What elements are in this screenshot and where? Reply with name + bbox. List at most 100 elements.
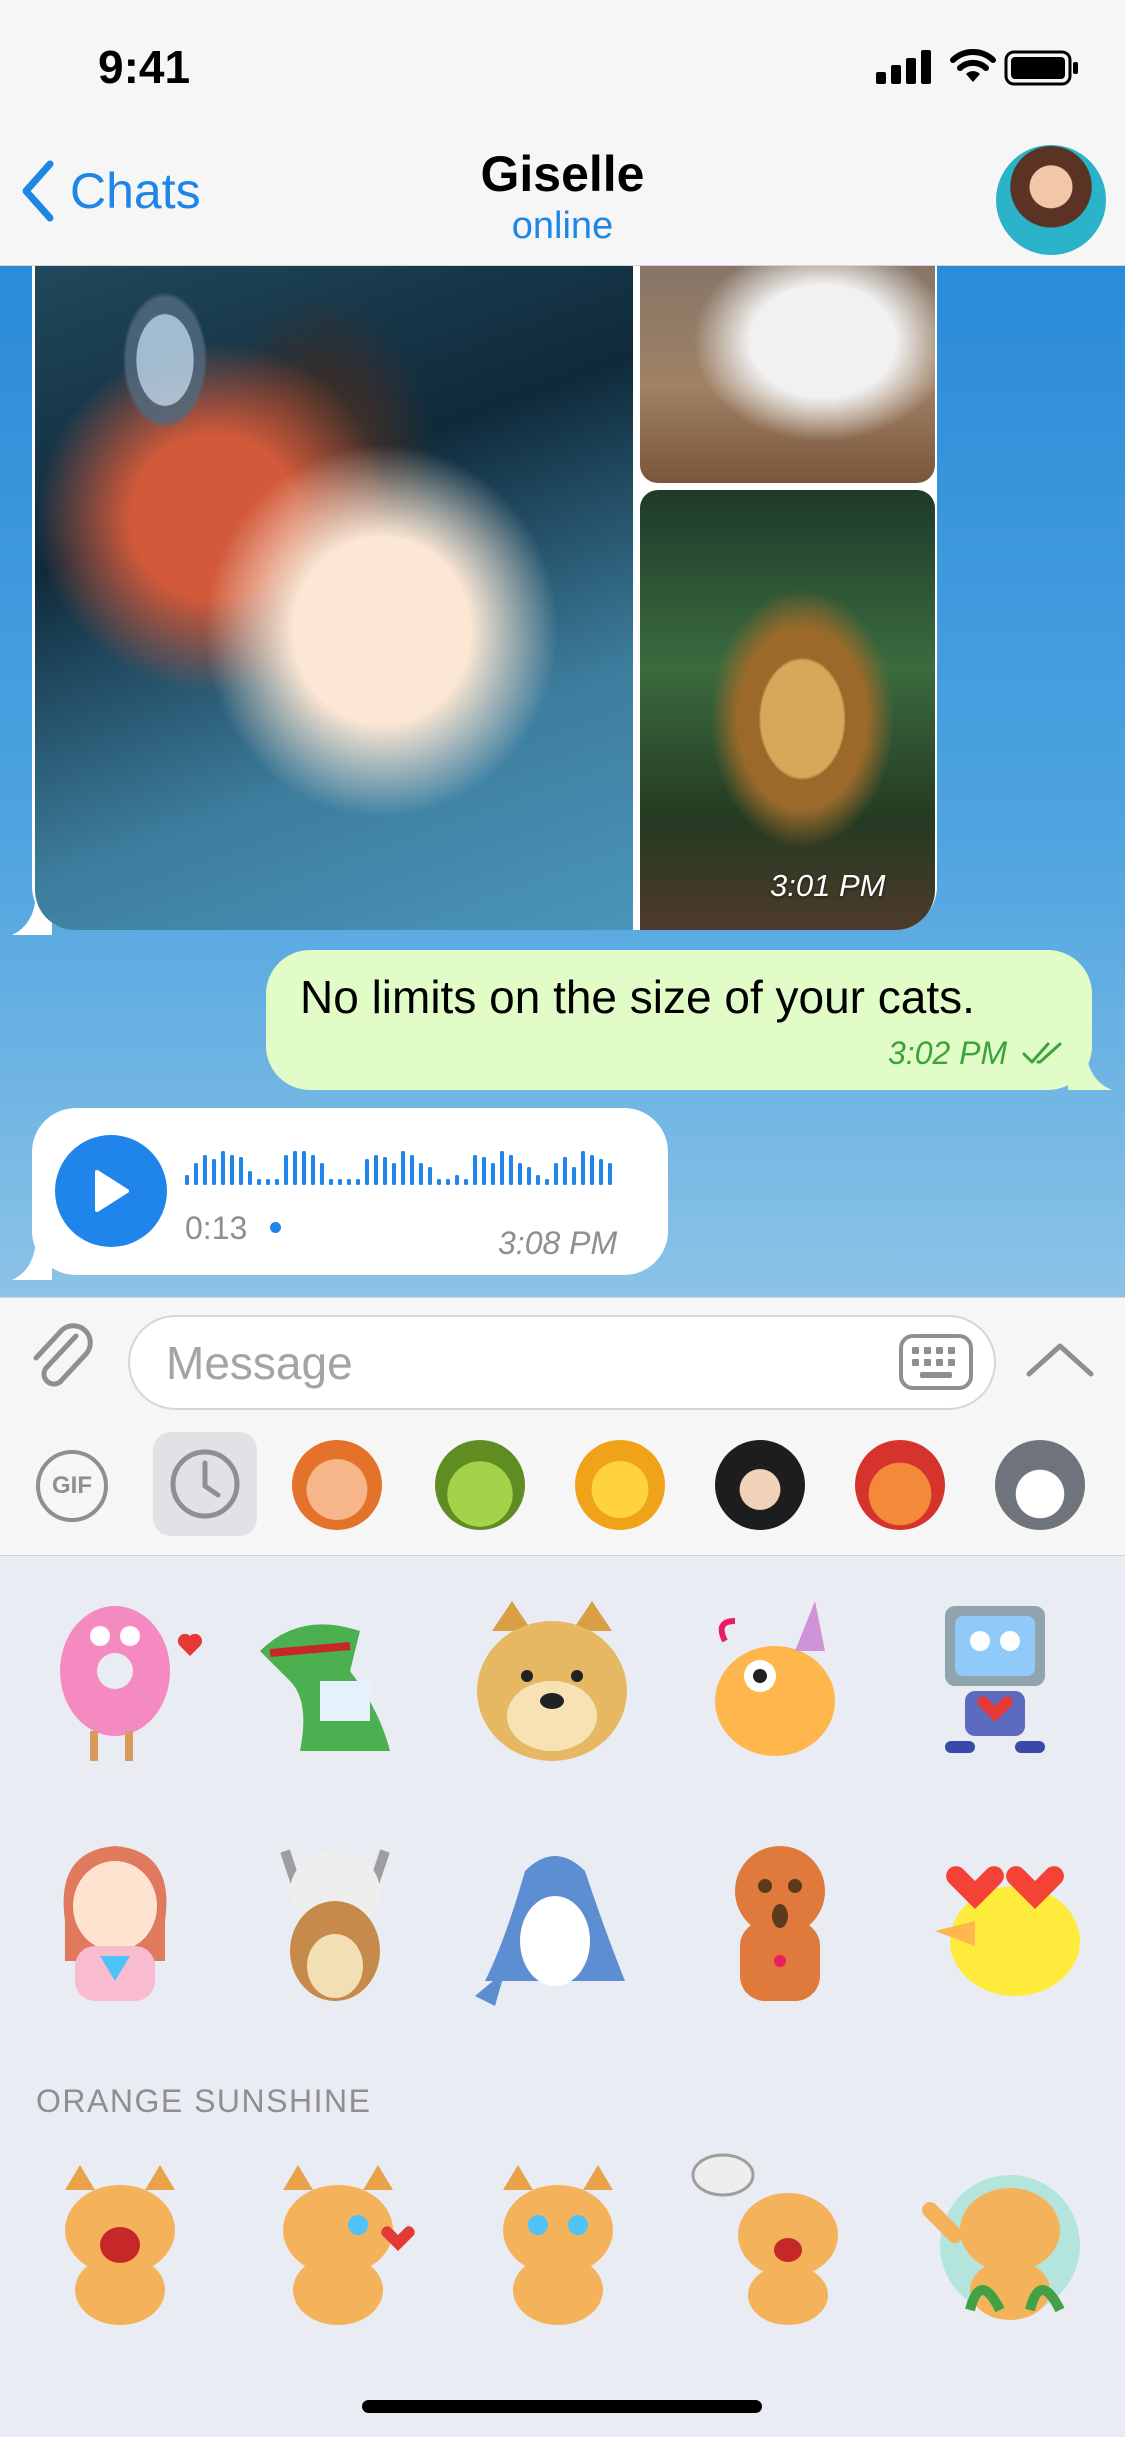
unplayed-dot (270, 1222, 281, 1233)
sticker-cheetah-wink[interactable] (248, 2150, 428, 2330)
cellular-signal-icon (876, 50, 931, 84)
sticker-cheetah-waving[interactable] (910, 2150, 1090, 2330)
waveform-bar (338, 1179, 342, 1185)
waveform-bar (563, 1157, 567, 1185)
chat-title[interactable]: Giselle (0, 145, 1125, 203)
waveform-bar (554, 1163, 558, 1185)
navigation-bar: 9:41 Chats Giselle online (0, 0, 1125, 266)
sticker-duck-hearts[interactable] (905, 1831, 1085, 2011)
status-time: 9:41 (98, 41, 191, 93)
gif-tab[interactable]: GIF (36, 1450, 108, 1522)
waveform-bar (275, 1179, 279, 1185)
sticker-unicorn[interactable] (685, 1591, 865, 1771)
waveform-bar (248, 1171, 252, 1185)
sticker-pack-tab-cat[interactable] (292, 1440, 382, 1530)
sticker-pack-tab-duck[interactable] (575, 1440, 665, 1530)
waveform-bar (446, 1179, 450, 1185)
message-time: 3:01 PM (770, 868, 886, 903)
sticker-cheetah-speech[interactable] (688, 2150, 868, 2330)
wifi-icon (950, 49, 996, 82)
sticker-shark[interactable] (465, 1831, 645, 2011)
clock-icon (170, 1449, 240, 1519)
waveform-bar (230, 1155, 234, 1185)
home-indicator (362, 2400, 762, 2413)
waveform-bar (482, 1157, 486, 1185)
chat-status: online (511, 205, 614, 247)
sticker-doge[interactable] (462, 1591, 642, 1771)
waveform-bar (284, 1155, 288, 1185)
paperclip-icon[interactable] (28, 1322, 100, 1398)
waveform-bar (320, 1163, 324, 1185)
waveform-bar (491, 1163, 495, 1185)
waveform-bar (428, 1167, 432, 1185)
waveform-bar (311, 1155, 315, 1185)
waveform-bar (239, 1157, 243, 1185)
waveform-bar (509, 1155, 513, 1185)
waveform-bar (608, 1163, 612, 1185)
sticker-robot[interactable] (905, 1591, 1085, 1771)
waveform-bar (500, 1151, 504, 1185)
waveform-bar (365, 1159, 369, 1185)
waveform-bar (194, 1163, 198, 1185)
waveform-bar (545, 1179, 549, 1185)
voice-duration: 0:13 (185, 1210, 248, 1246)
sticker-pack-tab-husky[interactable] (995, 1440, 1085, 1530)
sticker-girl[interactable] (25, 1831, 205, 2011)
sticker-pack-tab-gingerbread[interactable] (855, 1440, 945, 1530)
play-icon (95, 1170, 129, 1212)
sticker-pack-tab-lincoln[interactable] (715, 1440, 805, 1530)
chevron-up-icon[interactable] (1025, 1340, 1095, 1380)
waveform-bar (293, 1151, 297, 1185)
waveform-bar (518, 1163, 522, 1185)
waveform-bar (464, 1179, 468, 1185)
waveform-bar (536, 1175, 540, 1185)
waveform-bar (410, 1155, 414, 1185)
keyboard-icon[interactable] (898, 1333, 974, 1391)
photo-white-cat[interactable] (640, 265, 935, 483)
waveform-bar (401, 1151, 405, 1185)
avatar[interactable] (996, 145, 1106, 255)
waveform-bar (221, 1151, 225, 1185)
message-time: 3:08 PM (498, 1225, 618, 1261)
sticker-section-title: ORANGE SUNSHINE (36, 2083, 372, 2119)
waveform-bar (356, 1179, 360, 1185)
waveform-bar (185, 1175, 189, 1185)
waveform-bar (599, 1159, 603, 1185)
waveform-bar (590, 1155, 594, 1185)
waveform-bar (437, 1179, 441, 1185)
sticker-cheetah-crying[interactable] (30, 2150, 210, 2330)
waveform-bar (383, 1157, 387, 1185)
message-input[interactable] (128, 1315, 996, 1410)
photo-lion[interactable] (640, 490, 935, 930)
sticker-dinosaur[interactable] (240, 1591, 420, 1771)
waveform-bar (473, 1155, 477, 1185)
gif-label: GIF (52, 1472, 92, 1499)
waveform-bar (455, 1175, 459, 1185)
waveform-bar (419, 1163, 423, 1185)
waveform-bar (581, 1151, 585, 1185)
sticker-cubone[interactable] (245, 1831, 425, 2011)
waveform-bar (374, 1155, 378, 1185)
waveform-bar (392, 1163, 396, 1185)
sticker-pack-tab-frog[interactable] (435, 1440, 525, 1530)
butterfly (115, 280, 215, 440)
waveform-bar (527, 1167, 531, 1185)
play-button[interactable] (55, 1135, 167, 1247)
waveform-bar (572, 1167, 576, 1185)
waveform-bar (302, 1151, 306, 1185)
sticker-gingerbread[interactable] (690, 1831, 870, 2011)
waveform-bar (212, 1159, 216, 1185)
waveform-bar (266, 1179, 270, 1185)
orange-sunshine-row (30, 2150, 1095, 2350)
waveform-bar (257, 1179, 261, 1185)
battery-icon (1004, 50, 1078, 86)
read-checkmarks-icon (1022, 1042, 1062, 1064)
sticker-donut[interactable] (30, 1591, 210, 1771)
waveform-bar (329, 1179, 333, 1185)
waveform-bar (203, 1155, 207, 1185)
message-time: 3:02 PM (888, 1035, 1008, 1071)
sticker-cheetah-thinking[interactable] (468, 2150, 648, 2330)
voice-waveform[interactable] (185, 1145, 635, 1195)
waveform-bar (347, 1179, 351, 1185)
message-text: No limits on the size of your cats. (300, 971, 975, 1023)
